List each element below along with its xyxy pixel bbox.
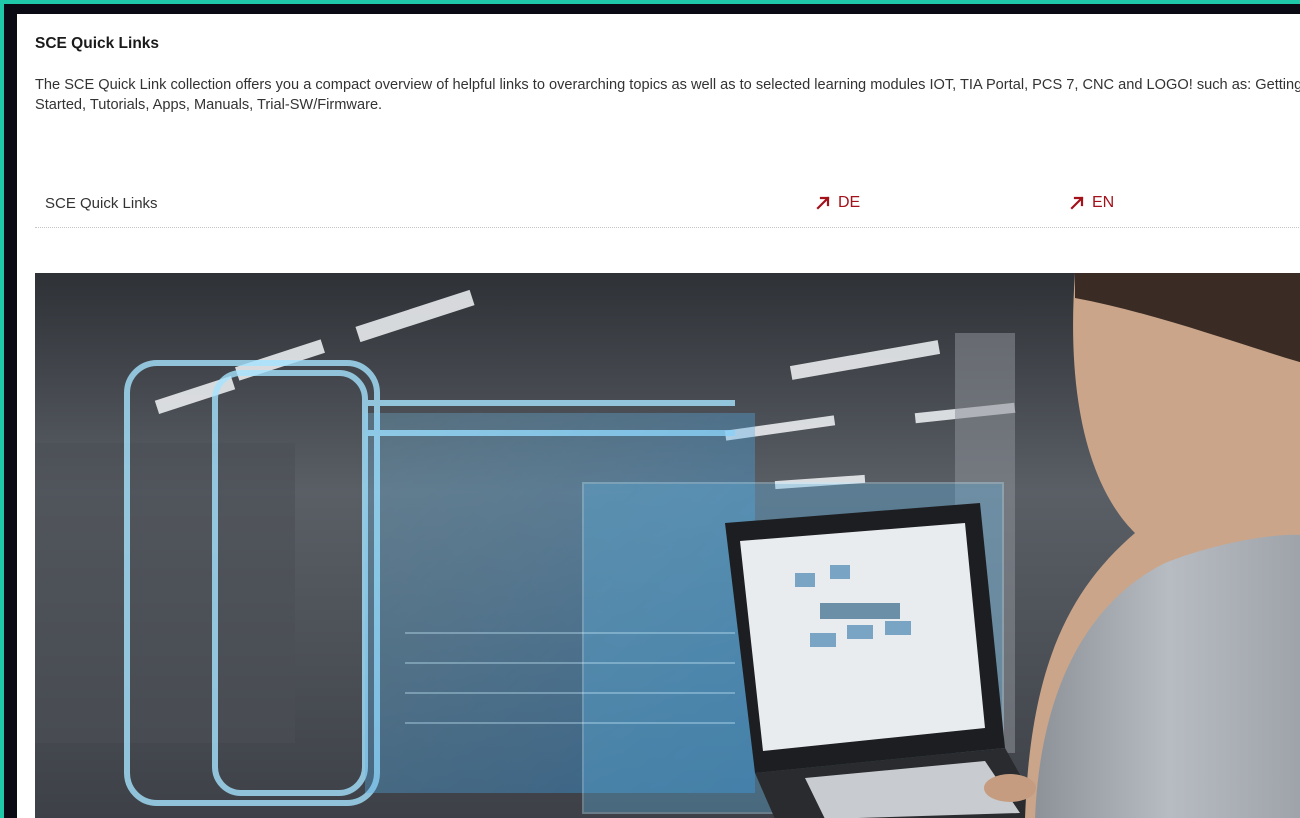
link-en[interactable]: EN: [1068, 194, 1114, 212]
content-panel: SCE Quick Links The SCE Quick Link colle…: [17, 14, 1300, 818]
section-intro: The SCE Quick Link collection offers you…: [35, 77, 1300, 113]
quick-links-row-label: SCE Quick Links: [45, 195, 158, 212]
quick-links-row: SCE Quick Links DE EN: [35, 185, 1300, 228]
frame-left-border: [0, 0, 4, 818]
frame-top-border: [0, 0, 1300, 4]
hero-image: [35, 273, 1300, 818]
external-arrow-icon: [816, 196, 830, 210]
section-title: SCE Quick Links: [35, 35, 160, 52]
link-de[interactable]: DE: [814, 194, 860, 212]
link-de-label: DE: [838, 194, 861, 211]
link-en-label: EN: [1092, 194, 1115, 211]
window-frame: SCE Quick Links The SCE Quick Link colle…: [0, 0, 1300, 818]
external-arrow-icon: [1070, 196, 1084, 210]
hero-illustration: [35, 273, 1300, 818]
